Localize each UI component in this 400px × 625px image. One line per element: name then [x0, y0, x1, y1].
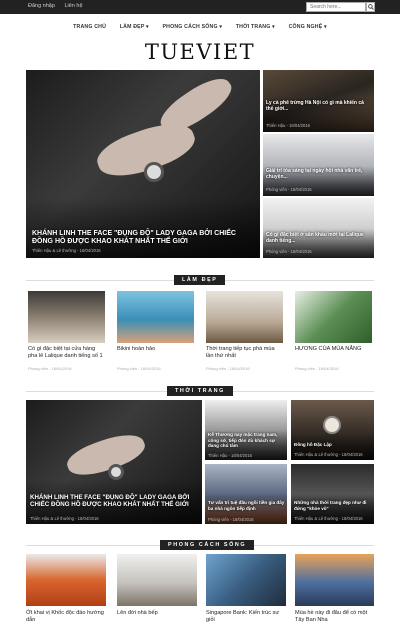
hero-side-meta: Phóng viên - 18/04/2016: [266, 187, 312, 192]
thoi-trang-main-image[interactable]: KHÁNH LINH THE FACE "ĐỤNG ĐỘ" LADY GAGA …: [26, 400, 202, 524]
hero-main-title[interactable]: KHÁNH LINH THE FACE "ĐỤNG ĐỘ" LADY GAGA …: [32, 230, 252, 246]
card-title[interactable]: Ớt khai vị Khốc độc đáo hướng dẫn: [26, 610, 106, 624]
card-image[interactable]: [117, 291, 194, 343]
card-image[interactable]: [28, 291, 105, 343]
card-image[interactable]: [117, 554, 197, 606]
card-title[interactable]: HƯƠNG CỦA MÙA NẮNG: [295, 346, 372, 353]
section-title-lam-dep[interactable]: LÀM ĐẸP: [174, 275, 226, 285]
thoi-trang-tile-4[interactable]: Những nhà thời trang đẹp như đi đứng "kh…: [291, 464, 374, 524]
search-icon: [367, 4, 374, 10]
login-link[interactable]: Đăng nhập: [28, 3, 55, 9]
hero-side-meta: Phóng viên - 18/04/2016: [266, 249, 312, 254]
hero-main-meta: Thiên Hậu & Lê thường - 18/04/2016: [32, 248, 101, 253]
tile-title[interactable]: Những nhà thời trang đẹp như đi đứng "kh…: [294, 500, 372, 511]
section-title-phong-cach-song[interactable]: PHONG CÁCH SỐNG: [160, 540, 255, 550]
card-meta: Phóng viên - 18/04/2016: [117, 366, 161, 371]
card-title[interactable]: Singapore Bank: Kiến trúc sư giỏi: [206, 610, 286, 624]
search-button[interactable]: [366, 2, 375, 12]
tile-title[interactable]: Đồng hồ Đặc Lập: [294, 442, 372, 448]
hero-side-title[interactable]: Ly cà phê trứng Hà Nội có gì mà khiến cả…: [266, 100, 370, 112]
nav-cong-nghe[interactable]: CÔNG NGHỆ ▾: [289, 24, 327, 30]
tile-meta: Phóng viên - 18/04/2016: [208, 517, 254, 522]
card-image[interactable]: [295, 554, 374, 606]
card-title[interactable]: Mùa hè này đi đâu để có một Tây Ban Nha: [295, 610, 374, 624]
tile-meta: Thiên Hậu & Lê thường - 18/04/2016: [294, 516, 363, 521]
thoi-trang-main-meta: Thiên Hậu & Lê thường - 18/04/2016: [30, 516, 99, 521]
card-title[interactable]: Lên đời nhà bếp: [117, 610, 197, 617]
card-image[interactable]: [26, 554, 106, 606]
top-bar: Đăng nhập Liên hệ: [0, 0, 400, 14]
top-links: Đăng nhập Liên hệ: [28, 3, 91, 9]
section-title-thoi-trang[interactable]: THỜI TRANG: [167, 386, 233, 396]
hero-side-title[interactable]: Có gì đặc biệt ở sân khấu mới tại Laliqu…: [266, 232, 370, 244]
nav-phong-cach-song[interactable]: PHONG CÁCH SỐNG ▾: [163, 24, 223, 30]
hero-main-image[interactable]: KHÁNH LINH THE FACE "ĐỤNG ĐỘ" LADY GAGA …: [26, 70, 260, 258]
main-nav: TRANG CHỦ LÀM ĐẸP ▾ PHONG CÁCH SỐNG ▾ TH…: [0, 24, 400, 36]
hero-side-meta: Thiên Hậu - 18/04/2016: [266, 123, 310, 128]
card-meta: Phóng viên - 18/04/2016: [28, 366, 72, 371]
thoi-trang-tile-2[interactable]: Đồng hồ Đặc Lập Thiên Hậu & Lê thường - …: [291, 400, 374, 460]
tile-title[interactable]: Kế Thương nay mặc trang nam, công sở, ti…: [208, 432, 286, 449]
hero-side-item-1[interactable]: Ly cà phê trứng Hà Nội có gì mà khiến cả…: [263, 70, 374, 132]
thoi-trang-tile-3[interactable]: Tư vấn trí tuệ đầu ngồi tiền gia đây ba …: [205, 464, 287, 524]
hero-side-title[interactable]: Giải trí tỏa sáng tại ngày hội nhà văn t…: [266, 168, 370, 180]
tile-meta: Thiên Hậu - 18/04/2016: [208, 453, 252, 458]
nav-home[interactable]: TRANG CHỦ: [73, 24, 106, 30]
tile-title[interactable]: Tư vấn trí tuệ đầu ngồi tiền gia đây ba …: [208, 500, 286, 511]
search-input[interactable]: [306, 2, 366, 12]
card-meta: Phóng viên - 18/04/2016: [295, 366, 339, 371]
nav-lam-dep[interactable]: LÀM ĐẸP ▾: [120, 24, 149, 30]
card-title[interactable]: Thời trang tiếp tục phá mùa lần thứ nhất: [206, 346, 283, 360]
thoi-trang-tile-1[interactable]: Kế Thương nay mặc trang nam, công sở, ti…: [205, 400, 287, 460]
hero-side-item-3[interactable]: Có gì đặc biệt ở sân khấu mới tại Laliqu…: [263, 198, 374, 258]
thoi-trang-main-title[interactable]: KHÁNH LINH THE FACE "ĐỤNG ĐỘ" LADY GAGA …: [30, 494, 200, 508]
nav-thoi-trang[interactable]: THỜI TRANG ▾: [236, 24, 275, 30]
card-title[interactable]: Bikini hoàn hảo: [117, 346, 194, 353]
card-meta: Phóng viên - 18/04/2016: [206, 366, 250, 371]
site-logo[interactable]: TUEVIET: [0, 40, 400, 64]
card-image[interactable]: [206, 554, 286, 606]
card-title[interactable]: Có gì đặc biệt tại cửa hàng pha lê Laliq…: [28, 346, 105, 360]
tile-meta: Thiên Hậu & Lê thường - 18/04/2016: [294, 452, 363, 457]
hero-side-item-2[interactable]: Giải trí tỏa sáng tại ngày hội nhà văn t…: [263, 134, 374, 196]
card-image[interactable]: [206, 291, 283, 343]
card-image[interactable]: [295, 291, 372, 343]
contact-link[interactable]: Liên hệ: [64, 3, 82, 9]
